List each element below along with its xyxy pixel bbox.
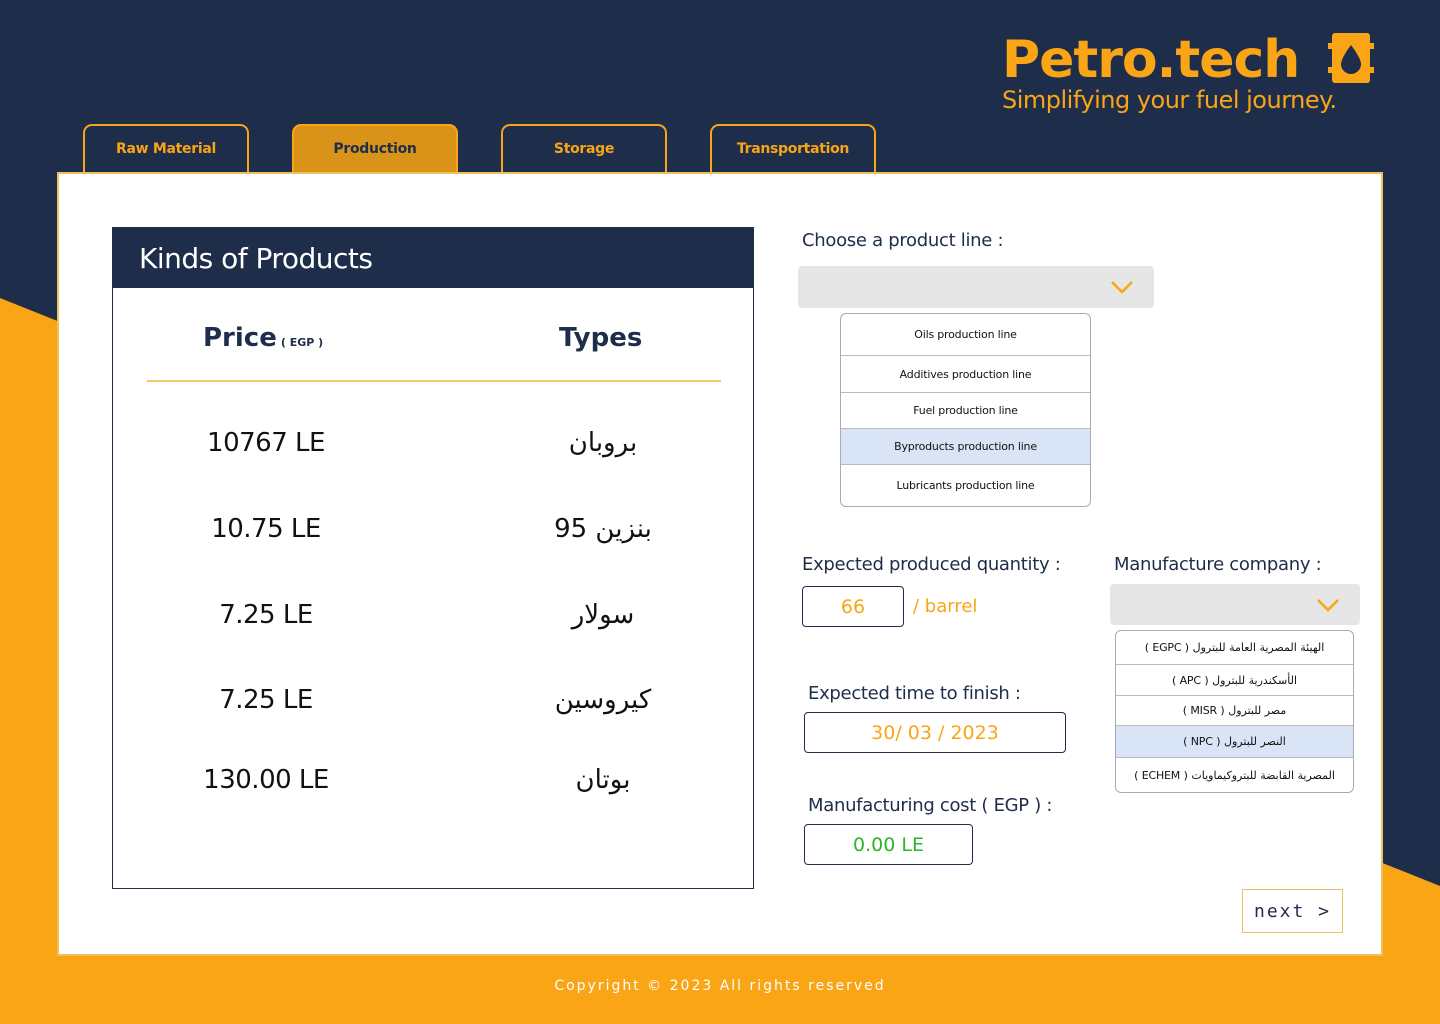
company-option[interactable]: الهيئة المصرية العامة للبترول ( EGPC ): [1116, 631, 1353, 665]
product-price: 10767 LE: [207, 428, 325, 458]
product-line-label: Choose a product line :: [802, 230, 1004, 251]
quantity-input[interactable]: 66: [802, 586, 904, 627]
quantity-unit: / barrel: [913, 596, 978, 617]
company-option[interactable]: النصر للبترول ( NPC ): [1116, 726, 1353, 758]
product-price: 130.00 LE: [203, 765, 329, 795]
price-column-header: Price( EGP ): [203, 323, 323, 353]
company-option[interactable]: الأسكندرية للبترول ( APC ): [1116, 665, 1353, 696]
footer-copyright: Copyright © 2023 All rights reserved: [554, 978, 886, 994]
company-dropdown: الهيئة المصرية العامة للبترول ( EGPC ) ا…: [1115, 630, 1354, 793]
finish-time-label: Expected time to finish :: [808, 683, 1021, 704]
company-option[interactable]: المصرية القابضة للبتروكيماويات ( ECHEM ): [1116, 758, 1353, 792]
types-column-header: Types: [559, 323, 643, 353]
product-line-option[interactable]: Fuel production line: [841, 393, 1090, 429]
tab-transportation[interactable]: Transportation: [710, 124, 876, 172]
brand-tagline: Simplifying your fuel journey.: [1002, 86, 1337, 114]
products-title: Kinds of Products: [113, 228, 753, 288]
next-button[interactable]: next >: [1242, 889, 1343, 933]
brand-logo: Petro.tech Simplifying your fuel journey…: [1002, 30, 1374, 120]
product-line-option[interactable]: Additives production line: [841, 356, 1090, 393]
products-table: Kinds of Products Price( EGP ) Types 107…: [112, 227, 754, 889]
product-price: 7.25 LE: [219, 685, 313, 715]
product-price: 10.75 LE: [211, 514, 321, 544]
production-panel: Kinds of Products Price( EGP ) Types 107…: [57, 172, 1383, 956]
product-line-option[interactable]: Byproducts production line: [841, 429, 1090, 465]
cost-label: Manufacturing cost ( EGP ) :: [808, 795, 1053, 816]
company-option[interactable]: مصر للبترول ( MISR ): [1116, 696, 1353, 726]
company-label: Manufacture company :: [1114, 554, 1322, 575]
cost-value: 0.00 LE: [804, 824, 973, 865]
product-type: سولار: [571, 600, 635, 630]
header-divider: [147, 380, 721, 382]
tab-production[interactable]: Production: [292, 124, 458, 172]
product-line-option[interactable]: Lubricants production line: [841, 465, 1090, 506]
product-line-option[interactable]: Oils production line: [841, 314, 1090, 356]
price-unit-label: ( EGP ): [280, 336, 324, 349]
chevron-down-icon: [1317, 598, 1339, 612]
tab-raw-material[interactable]: Raw Material: [83, 124, 249, 172]
product-type: بنزين 95: [554, 514, 652, 544]
finish-date-input[interactable]: 30/ 03 / 2023: [804, 712, 1066, 753]
brand-name: Petro.tech: [1002, 30, 1300, 90]
product-type: كيروسين: [554, 685, 652, 715]
product-type: بروبان: [568, 428, 638, 458]
tab-storage[interactable]: Storage: [501, 124, 667, 172]
product-price: 7.25 LE: [219, 600, 313, 630]
product-line-dropdown: Oils production line Additives productio…: [840, 313, 1091, 507]
price-header-label: Price: [203, 323, 277, 353]
company-select[interactable]: [1110, 584, 1360, 625]
product-type: بوتان: [575, 765, 631, 795]
product-line-select[interactable]: [798, 266, 1154, 308]
fuel-drop-icon: [1328, 33, 1374, 83]
chevron-down-icon: [1111, 281, 1133, 294]
quantity-label: Expected produced quantity :: [802, 554, 1061, 575]
